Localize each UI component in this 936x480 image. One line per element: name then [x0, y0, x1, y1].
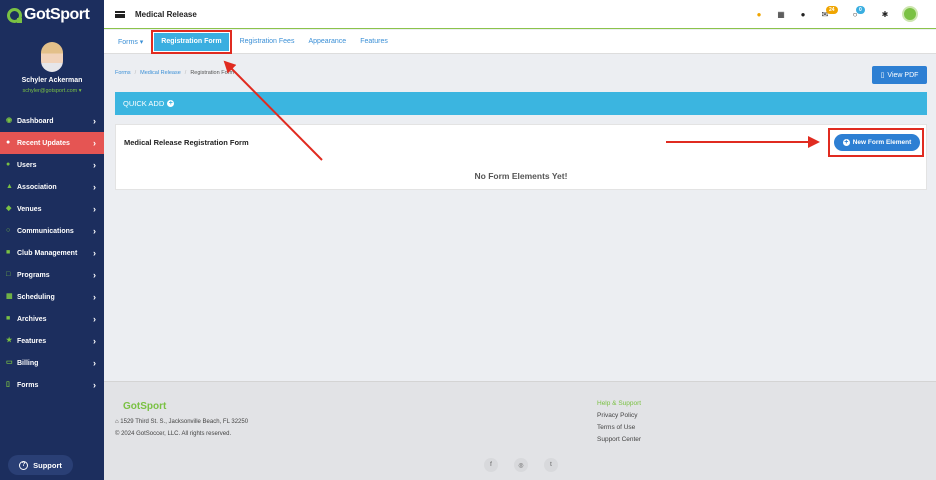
view-pdf-button[interactable]: ▯ View PDF — [872, 66, 927, 84]
profile-name: Schyler Ackerman — [21, 77, 83, 84]
form-panel: Medical Release Registration Form + New … — [115, 124, 927, 190]
logo-icon — [7, 7, 22, 23]
mail-count-badge: 24 — [826, 6, 838, 14]
chevron-right-icon: › — [93, 182, 96, 192]
footer-address: ⌂ 1529 Third St. S., Jacksonville Beach,… — [115, 419, 249, 425]
chevron-right-icon: › — [93, 138, 96, 148]
chevron-right-icon: › — [93, 358, 96, 368]
help-icon[interactable]: ● — [750, 6, 768, 22]
sidebar-item-archives[interactable]: ■ Archives › — [0, 308, 104, 330]
sidebar-item-programs[interactable]: □ Programs › — [0, 264, 104, 286]
quick-add-bar[interactable]: QUICK ADD + — [115, 92, 927, 115]
top-icons: ● ▦ ● ✉ 24 ○ 0 ✱ — [746, 6, 918, 22]
footer-link-privacy[interactable]: Privacy Policy — [597, 410, 641, 422]
breadcrumb-medical-release[interactable]: Medical Release — [140, 70, 181, 76]
support-button[interactable]: ? Support — [8, 455, 73, 475]
tab-appearance[interactable]: Appearance — [301, 33, 353, 51]
programs-icon: □ — [6, 271, 11, 278]
footer-help-support-heading: Help & Support — [597, 400, 642, 407]
top-bar: Medical Release ● ▦ ● ✉ 24 ○ 0 ✱ — [104, 0, 936, 29]
hamburger-menu-icon[interactable] — [115, 10, 125, 18]
user-icon[interactable]: ● — [794, 6, 812, 22]
highlight-box: + New Form Element — [828, 128, 924, 157]
plus-circle-icon: + — [842, 139, 850, 146]
sidebar-item-forms[interactable]: ▯ Forms › — [0, 374, 104, 396]
footer-links: Help & Support Privacy Policy Terms of U… — [597, 398, 641, 446]
sidebar-item-recent-updates[interactable]: ● Recent Updates › — [0, 132, 104, 154]
file-icon: ▯ — [6, 381, 10, 388]
form-title: Medical Release Registration Form — [124, 138, 249, 147]
footer-logo: GotSport — [123, 401, 167, 412]
breadcrumb-current: Registration Form — [190, 70, 235, 76]
star-icon: ★ — [6, 337, 13, 344]
archive-icon: ■ — [6, 315, 11, 322]
empty-state-message: No Form Elements Yet! — [474, 171, 568, 181]
users-icon: ● — [6, 161, 11, 168]
club-logo-avatar[interactable] — [902, 6, 918, 22]
sitemap-icon: ▲ — [6, 183, 13, 190]
form-tabs: Forms ▾ Registration Form Registration F… — [104, 29, 936, 54]
footer-link-support-center[interactable]: Support Center — [597, 434, 641, 446]
chevron-right-icon: › — [93, 270, 96, 280]
sidebar-item-venues[interactable]: ◆ Venues › — [0, 198, 104, 220]
plus-circle-icon: + — [167, 100, 175, 107]
breadcrumb: Forms / Medical Release / Registration F… — [115, 70, 235, 76]
new-form-element-button[interactable]: + New Form Element — [834, 134, 920, 151]
calendar-icon: ▦ — [6, 293, 13, 300]
tab-features[interactable]: Features — [353, 33, 395, 51]
gotsport-logo[interactable]: GotSport — [0, 0, 104, 30]
sidebar-item-billing[interactable]: ▭ Billing › — [0, 352, 104, 374]
profile-email-dropdown[interactable]: schyler@gotsport.com ▾ — [0, 88, 104, 94]
question-icon: ? — [19, 460, 29, 470]
club-icon: ■ — [6, 249, 11, 256]
user-profile: Schyler Ackerman schyler@gotsport.com ▾ — [0, 30, 104, 110]
grid-icon[interactable]: ▦ — [772, 6, 790, 22]
footer-copyright: © 2024 GotSoccer, LLC. All rights reserv… — [115, 431, 232, 437]
chevron-right-icon: › — [93, 204, 96, 214]
chat-icon[interactable]: ○ 0 — [846, 6, 865, 22]
chevron-right-icon: › — [93, 116, 96, 126]
twitter-icon[interactable]: t — [544, 458, 558, 472]
tab-registration-fees[interactable]: Registration Fees — [233, 33, 302, 51]
chevron-right-icon: › — [93, 292, 96, 302]
sidebar-nav: ◉ Dashboard › ● Recent Updates › ● Users › ▲ As… — [0, 110, 104, 396]
facebook-icon[interactable]: f — [484, 458, 498, 472]
chevron-right-icon: › — [93, 380, 96, 390]
breadcrumb-forms[interactable]: Forms — [115, 70, 131, 76]
instagram-icon[interactable]: ◎ — [514, 458, 528, 472]
chevron-right-icon: › — [93, 336, 96, 346]
mail-icon[interactable]: ✉ 24 — [816, 6, 838, 22]
sidebar-item-communications[interactable]: ○ Communications › — [0, 220, 104, 242]
bell-icon: ● — [6, 139, 11, 146]
sidebar-item-scheduling[interactable]: ▦ Scheduling › — [0, 286, 104, 308]
comments-icon: ○ — [6, 227, 11, 234]
sidebar-item-dashboard[interactable]: ◉ Dashboard › — [0, 110, 104, 132]
avatar[interactable] — [41, 42, 63, 72]
footer-link-terms[interactable]: Terms of Use — [597, 422, 641, 434]
chat-count-badge: 0 — [856, 6, 865, 14]
chevron-right-icon: › — [93, 314, 96, 324]
chevron-right-icon: › — [93, 160, 96, 170]
sidebar-item-club-management[interactable]: ■ Club Management › — [0, 242, 104, 264]
sidebar-item-features[interactable]: ★ Features › — [0, 330, 104, 352]
page-title: Medical Release — [135, 9, 197, 19]
tab-forms-dropdown[interactable]: Forms ▾ — [111, 33, 150, 51]
sidebar-item-association[interactable]: ▲ Association › — [0, 176, 104, 198]
file-pdf-icon: ▯ — [880, 72, 885, 79]
social-links: f ◎ t — [484, 458, 574, 472]
chevron-right-icon: › — [93, 248, 96, 258]
dashboard-icon: ◉ — [6, 117, 13, 124]
map-icon: ◆ — [6, 205, 12, 212]
sidebar: GotSport Schyler Ackerman schyler@gotspo… — [0, 0, 104, 480]
sidebar-item-users[interactable]: ● Users › — [0, 154, 104, 176]
tab-registration-form[interactable]: Registration Form — [151, 29, 232, 54]
gear-icon[interactable]: ✱ — [876, 6, 894, 22]
chevron-right-icon: › — [93, 226, 96, 236]
footer: GotSport ⌂ 1529 Third St. S., Jacksonvil… — [104, 381, 936, 480]
credit-card-icon: ▭ — [6, 359, 13, 366]
